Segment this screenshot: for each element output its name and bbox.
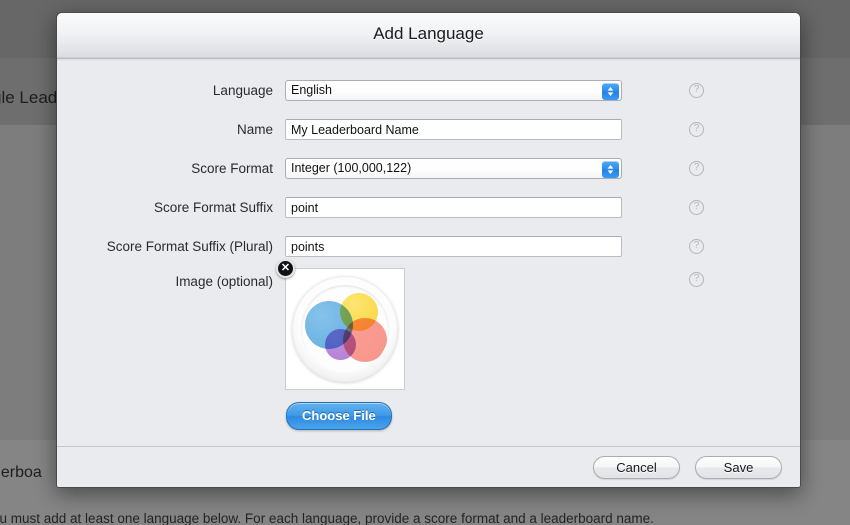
label-score-format-suffix: Score Format Suffix (153, 200, 273, 215)
field-wrap-score-format-suffix (285, 197, 622, 218)
background-section-heading: derboa (0, 464, 42, 481)
background-page-heading: gle Lead (0, 88, 58, 107)
save-button[interactable]: Save (695, 455, 782, 479)
score-format-suffix-input[interactable] (285, 197, 622, 218)
score-format-suffix-plural-input[interactable] (285, 236, 622, 257)
language-select-value: English (291, 83, 332, 97)
help-icon-language[interactable]: ? (689, 83, 704, 98)
form-row-score-format: Score Format Integer (100,000,122) ? (57, 149, 800, 188)
form-row-image: Image (optional) ✕ Choose File ? (57, 259, 800, 430)
background-help-note: ou must add at least one language below.… (0, 511, 654, 525)
help-icon-name[interactable]: ? (689, 122, 704, 137)
help-icon-score-format[interactable]: ? (689, 161, 704, 176)
language-select[interactable]: English (285, 80, 622, 101)
field-wrap-name (285, 119, 622, 140)
name-input[interactable] (285, 119, 622, 140)
remove-image-close-icon[interactable]: ✕ (276, 259, 295, 278)
label-language: Language (212, 83, 273, 98)
help-icon-score-format-suffix-plural[interactable]: ? (689, 239, 704, 254)
form-row-name: Name ? (57, 110, 800, 149)
label-score-format: Score Format (191, 161, 273, 176)
game-center-icon (292, 276, 398, 382)
score-format-select[interactable]: Integer (100,000,122) (285, 158, 622, 179)
image-upload-area: ✕ Choose File (276, 259, 405, 430)
image-thumbnail[interactable] (285, 268, 405, 390)
label-image: Image (optional) (175, 274, 273, 289)
help-icon-score-format-suffix[interactable]: ? (689, 200, 704, 215)
add-language-form: Language English ? Name My Leaderboard N… (57, 59, 800, 430)
form-row-score-format-suffix-plural: Score Format Suffix (Plural) ? (57, 227, 800, 266)
help-icon-image[interactable]: ? (689, 272, 704, 287)
score-format-select-value: Integer (100,000,122) (291, 161, 412, 175)
field-wrap-language: English (285, 80, 622, 101)
game-center-icon-inner (301, 285, 389, 373)
field-wrap-score-format-suffix-plural (285, 236, 622, 257)
cancel-button[interactable]: Cancel (593, 455, 680, 479)
dialog-titlebar: Add Language (57, 13, 800, 61)
choose-file-button[interactable]: Choose File (286, 402, 392, 430)
circle-purple-icon (325, 329, 356, 360)
field-wrap-score-format: Integer (100,000,122) (285, 158, 622, 179)
add-language-dialog: Add Language Language English ? Name My … (56, 12, 801, 488)
dialog-footer: Cancel Save (57, 446, 800, 487)
chevron-updown-icon[interactable] (602, 161, 619, 178)
form-row-language: Language English ? (57, 71, 800, 110)
dialog-title: Add Language (373, 24, 484, 43)
form-row-score-format-suffix: Score Format Suffix ? (57, 188, 800, 227)
label-name: Name (236, 122, 273, 137)
chevron-updown-icon[interactable] (602, 83, 619, 100)
label-score-format-suffix-plural: Score Format Suffix (Plural) (106, 239, 273, 254)
